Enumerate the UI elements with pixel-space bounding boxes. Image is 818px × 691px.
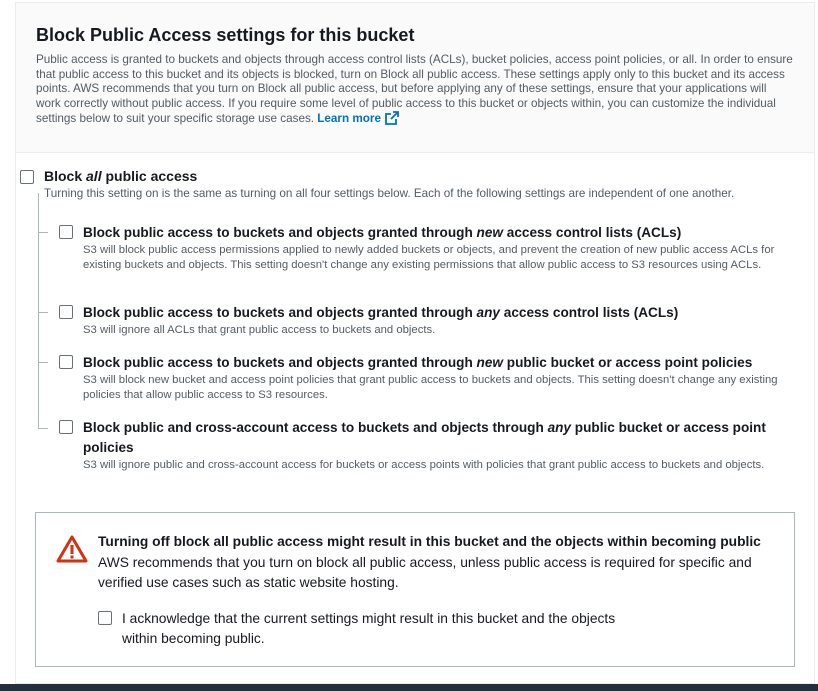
- tree-branch: [38, 312, 48, 313]
- label-part: public access: [101, 168, 198, 184]
- setting-new-policies-checkbox[interactable]: [59, 355, 73, 369]
- setting-new-policies-label: Block public access to buckets and objec…: [83, 353, 783, 373]
- label-part: public bucket or access point policies: [502, 355, 753, 370]
- label-part: access control lists (ACLs): [502, 225, 682, 240]
- label-part: access control lists (ACLs): [499, 305, 679, 320]
- alert-body: AWS recommends that you turn on block al…: [98, 555, 752, 590]
- tree-connector-line: [38, 193, 39, 429]
- setting-any-acls-checkbox[interactable]: [59, 305, 73, 319]
- label-part: Block public and cross-account access to…: [83, 420, 548, 435]
- tree-branch: [38, 362, 48, 363]
- panel-description: Public access is granted to buckets and …: [36, 53, 794, 130]
- label-part: Block: [44, 168, 87, 184]
- warning-icon: [56, 535, 88, 568]
- setting-new-acls-label: Block public access to buckets and objec…: [83, 223, 783, 243]
- alert-title: Turning off block all public access migh…: [98, 534, 761, 549]
- label-part: Block public access to buckets and objec…: [83, 355, 477, 370]
- tree-branch: [38, 232, 48, 233]
- acknowledge-checkbox[interactable]: [98, 611, 112, 625]
- setting-any-acls-description: S3 will ignore all ACLs that grant publi…: [83, 324, 436, 336]
- label-emphasis: any: [547, 420, 571, 435]
- tree-branch: [38, 428, 48, 429]
- external-link-icon: [385, 111, 399, 130]
- bottom-navigation-bar: [0, 684, 818, 691]
- setting-new-acls-description: S3 will block public access permissions …: [83, 244, 775, 271]
- label-part: Block public access to buckets and objec…: [83, 225, 477, 240]
- setting-new-policies-description: S3 will block new bucket and access poin…: [83, 374, 778, 401]
- label-emphasis: new: [476, 355, 503, 370]
- block-all-public-access-description: Turning this setting on is the same as t…: [44, 187, 735, 200]
- public-access-warning-alert: Turning off block all public access migh…: [35, 512, 795, 667]
- setting-any-acls-label: Block public access to buckets and objec…: [83, 303, 783, 323]
- setting-new-acls-checkbox[interactable]: [59, 225, 73, 239]
- acknowledge-label: I acknowledge that the current settings …: [122, 611, 616, 646]
- setting-any-policies-label: Block public and cross-account access to…: [83, 418, 783, 458]
- label-emphasis: any: [476, 305, 500, 320]
- setting-any-policies-description: S3 will ignore public and cross-account …: [83, 459, 765, 471]
- block-all-public-access-label: Block all public access: [44, 168, 197, 184]
- panel-header: Block Public Access settings for this bu…: [16, 3, 814, 153]
- setting-any-policies-checkbox[interactable]: [59, 420, 73, 434]
- panel-description-text: Public access is granted to buckets and …: [36, 53, 793, 126]
- label-emphasis: all: [86, 168, 102, 184]
- panel-title: Block Public Access settings for this bu…: [36, 25, 415, 45]
- label-part: Block public access to buckets and objec…: [83, 305, 477, 320]
- block-all-public-access-checkbox[interactable]: [20, 170, 34, 184]
- label-emphasis: new: [476, 225, 503, 240]
- learn-more-link[interactable]: Learn more: [317, 111, 399, 126]
- learn-more-label: Learn more: [317, 112, 381, 126]
